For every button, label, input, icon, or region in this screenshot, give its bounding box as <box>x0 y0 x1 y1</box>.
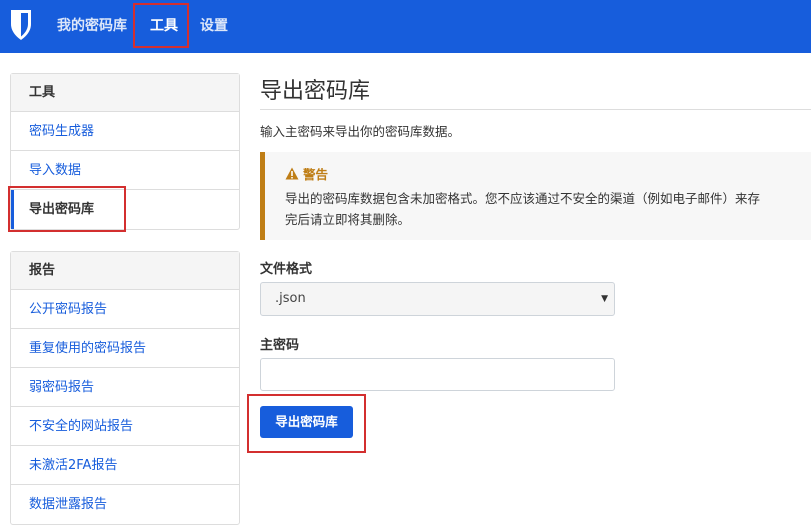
sidebar-reports-heading: 报告 <box>11 252 239 290</box>
export-vault-button[interactable]: 导出密码库 <box>260 406 353 438</box>
sidebar-item-unsecured-websites[interactable]: 不安全的网站报告 <box>11 407 239 446</box>
sidebar-item-export-vault[interactable]: 导出密码库 <box>11 190 239 229</box>
master-password-input[interactable] <box>260 358 615 391</box>
top-navbar: 我的密码库 工具 设置 <box>0 0 811 53</box>
dropdown-arrow-icon: ▼ <box>601 294 608 304</box>
warning-title-text: 警告 <box>303 167 329 182</box>
sidebar-item-data-breach[interactable]: 数据泄露报告 <box>11 485 239 524</box>
sidebar-item-inactive-2fa[interactable]: 未激活2FA报告 <box>11 446 239 485</box>
sidebar-item-import-data[interactable]: 导入数据 <box>11 151 239 190</box>
warning-line-1: 导出的密码库数据包含未加密格式。您不应该通过不安全的渠道（例如电子邮件）来存 <box>285 191 761 206</box>
sidebar-tools-heading: 工具 <box>11 74 239 112</box>
sidebar-item-reused-passwords[interactable]: 重复使用的密码报告 <box>11 329 239 368</box>
master-password-label: 主密码 <box>260 338 300 353</box>
warning-triangle-icon <box>285 167 299 180</box>
sidebar-item-weak-passwords[interactable]: 弱密码报告 <box>11 368 239 407</box>
sidebar-reports-panel: 报告 公开密码报告 重复使用的密码报告 弱密码报告 不安全的网站报告 未激活2F… <box>10 251 240 525</box>
sidebar-tools-panel: 工具 密码生成器 导入数据 导出密码库 <box>10 73 240 230</box>
nav-tools[interactable]: 工具 <box>150 0 178 53</box>
warning-title: 警告 <box>285 164 328 183</box>
sidebar-item-exposed-passwords[interactable]: 公开密码报告 <box>11 290 239 329</box>
nav-my-vault[interactable]: 我的密码库 <box>57 0 127 53</box>
nav-settings[interactable]: 设置 <box>200 0 228 53</box>
warning-callout: 警告 导出的密码库数据包含未加密格式。您不应该通过不安全的渠道（例如电子邮件）来… <box>260 152 811 240</box>
title-divider <box>260 109 811 110</box>
warning-line-2: 完后请立即将其删除。 <box>285 212 411 227</box>
page-description: 输入主密码来导出你的密码库数据。 <box>260 124 461 139</box>
file-format-value: .json <box>275 291 306 306</box>
page-title: 导出密码库 <box>260 79 371 104</box>
bitwarden-shield-logo[interactable] <box>9 9 33 41</box>
file-format-select[interactable]: .json ▼ <box>260 282 615 316</box>
warning-body: 导出的密码库数据包含未加密格式。您不应该通过不安全的渠道（例如电子邮件）来存 完… <box>285 188 811 230</box>
sidebar-item-password-generator[interactable]: 密码生成器 <box>11 112 239 151</box>
file-format-label: 文件格式 <box>260 262 313 277</box>
